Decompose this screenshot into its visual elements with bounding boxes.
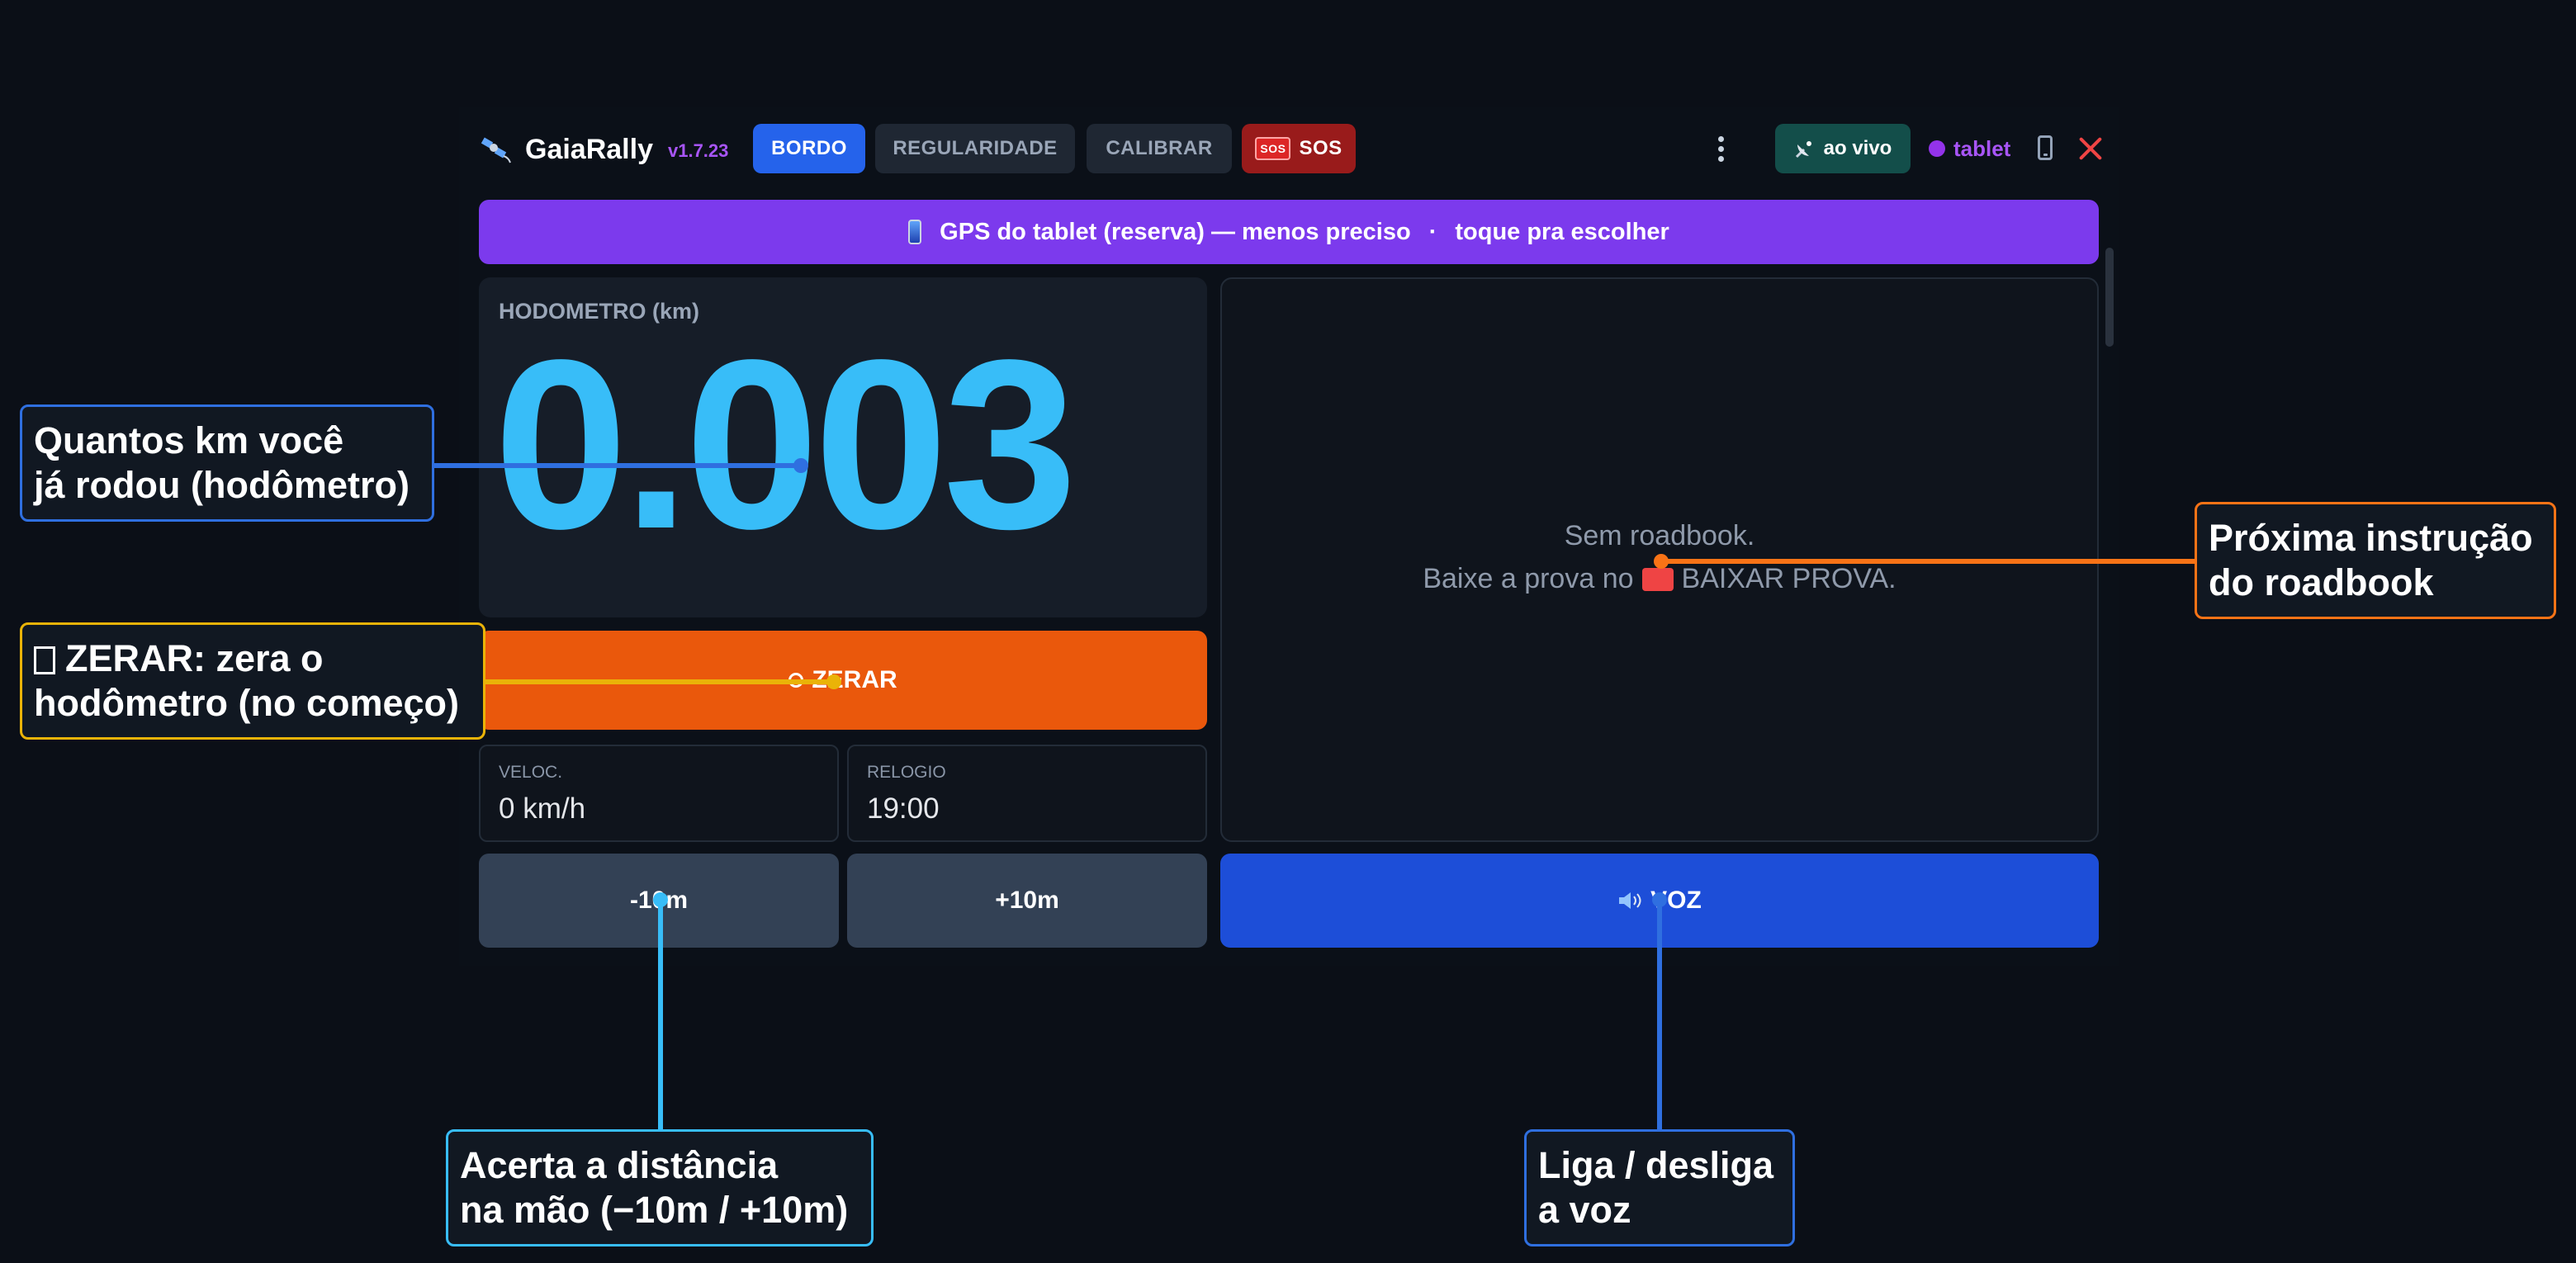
placeholder-glyph-icon <box>34 646 55 674</box>
adjust-pointer-dot <box>653 892 668 907</box>
reset-annotation: ZERAR: zera o hodômetro (no começo) <box>20 622 485 740</box>
adjust-annotation: Acerta a distância na mão (−10m / +10m) <box>446 1129 874 1246</box>
roadbook-pointer-dot <box>1654 554 1669 569</box>
odometer-pointer-dot <box>793 458 808 473</box>
roadbook-annotation: Próxima instrução do roadbook <box>2195 502 2556 619</box>
reset-pointer-dot <box>826 674 841 689</box>
odometer-annotation: Quantos km você já rodou (hodômetro) <box>20 404 434 522</box>
voice-annotation: Liga / desliga a voz <box>1524 1129 1795 1246</box>
voice-pointer-dot <box>1652 892 1667 907</box>
